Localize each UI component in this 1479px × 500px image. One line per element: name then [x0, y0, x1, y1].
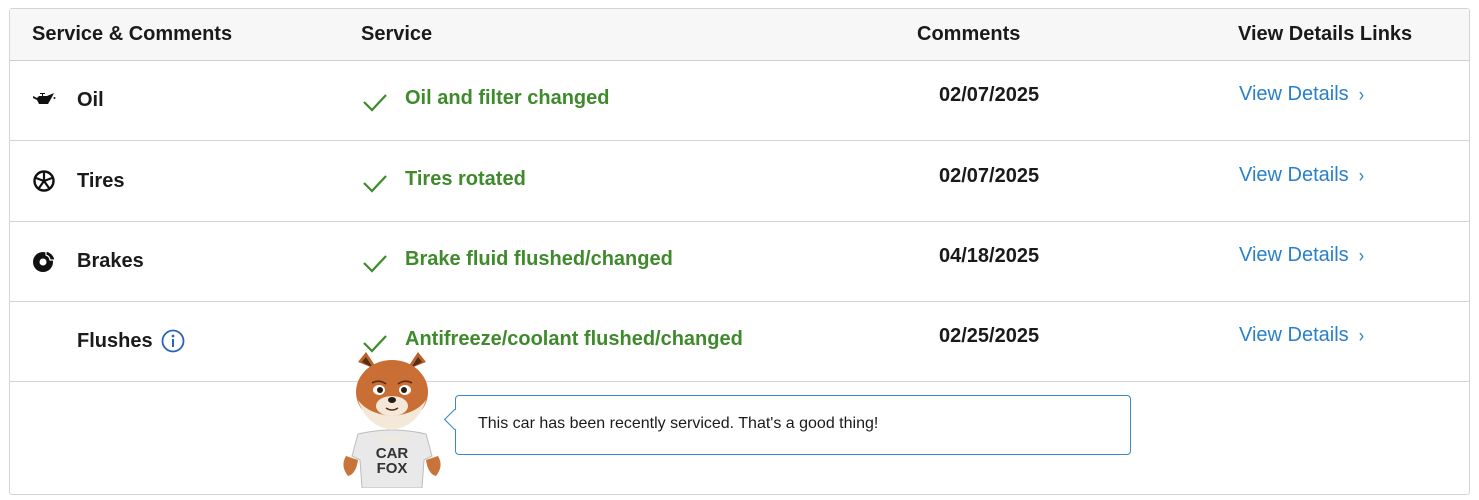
view-details-link[interactable]: View Details › [1239, 164, 1364, 187]
oil-can-icon [32, 88, 56, 112]
category-label: Flushes [77, 329, 153, 352]
checkmark-icon [363, 94, 387, 112]
chevron-right-icon: › [1358, 166, 1365, 187]
category-cell: Brakes [32, 221, 144, 301]
checkmark-icon [363, 175, 387, 193]
chevron-right-icon: › [1358, 246, 1365, 267]
brake-disc-icon [32, 249, 56, 273]
info-icon[interactable] [161, 329, 185, 353]
checkmark-icon [363, 255, 387, 273]
header-category: Service & Comments [32, 23, 233, 45]
table-header: Service & Comments Service Comments View… [10, 9, 1469, 61]
chevron-right-icon: › [1358, 85, 1365, 106]
category-cell: Tires [32, 141, 124, 221]
table-row-brakes: Brakes Brake fluid flushed/changed 04/18… [10, 221, 1469, 302]
view-details-label: View Details [1239, 164, 1349, 186]
service-cell: Tires rotated [362, 141, 526, 217]
service-cell: Brake fluid flushed/changed [362, 221, 673, 297]
view-details-label: View Details [1239, 244, 1349, 266]
tire-icon [32, 169, 56, 193]
service-date: 04/18/2025 [939, 245, 1040, 267]
category-cell: Flushes [77, 301, 185, 381]
carfox-mascot: CAR FOX [332, 348, 452, 489]
service-text: Tires rotated [405, 167, 526, 190]
header-service: Service [361, 23, 433, 45]
category-label: Oil [77, 88, 104, 111]
view-details-link[interactable]: View Details › [1239, 244, 1364, 267]
view-details-link[interactable]: View Details › [1239, 324, 1364, 347]
table-row-oil: Oil Oil and filter changed 02/07/2025 Vi… [10, 60, 1469, 141]
svg-text:FOX: FOX [377, 460, 408, 477]
view-details-label: View Details [1239, 324, 1349, 346]
service-text: Oil and filter changed [405, 86, 610, 109]
category-label: Tires [77, 169, 125, 192]
view-details-link[interactable]: View Details › [1239, 83, 1364, 106]
mascot-speech-bubble: This car has been recently serviced. Tha… [443, 395, 1131, 455]
category-cell: Oil [32, 60, 104, 140]
view-details-label: View Details [1239, 83, 1349, 105]
service-date: 02/25/2025 [939, 325, 1040, 347]
header-comments: Comments [917, 23, 1021, 45]
table-row-flushes: Flushes Antifreeze/coolant flushed/chang… [10, 301, 1469, 382]
header-links: View Details Links [1238, 23, 1413, 45]
service-text: Antifreeze/coolant flushed/changed [405, 327, 743, 350]
speech-bubble-text: This car has been recently serviced. Tha… [478, 415, 879, 432]
table-row-tires: Tires Tires rotated 02/07/2025 View Deta… [10, 141, 1469, 222]
service-text: Brake fluid flushed/changed [405, 247, 673, 270]
chevron-right-icon: › [1358, 326, 1365, 347]
category-label: Brakes [77, 249, 144, 272]
service-date: 02/07/2025 [939, 84, 1040, 106]
service-cell: Oil and filter changed [362, 60, 609, 136]
service-date: 02/07/2025 [939, 165, 1040, 187]
